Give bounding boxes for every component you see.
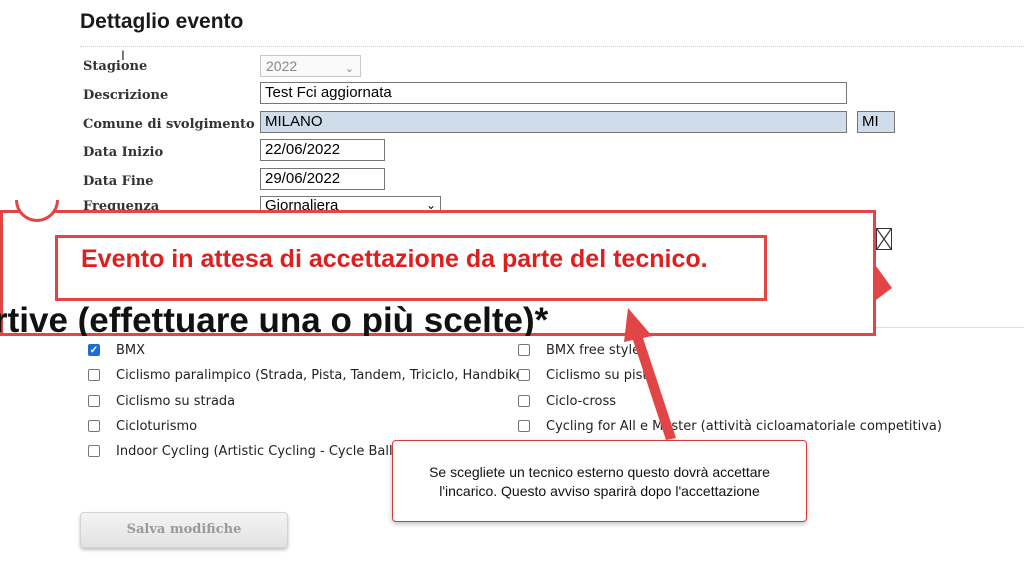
callout-line-1: Se scegliete un tecnico esterno questo d… [429,464,770,480]
callout-line-2: l'incarico. Questo avviso sparirà dopo l… [439,483,760,499]
info-callout: Se scegliete un tecnico esterno questo d… [392,440,807,522]
save-button[interactable]: Salva modifiche [80,512,288,548]
